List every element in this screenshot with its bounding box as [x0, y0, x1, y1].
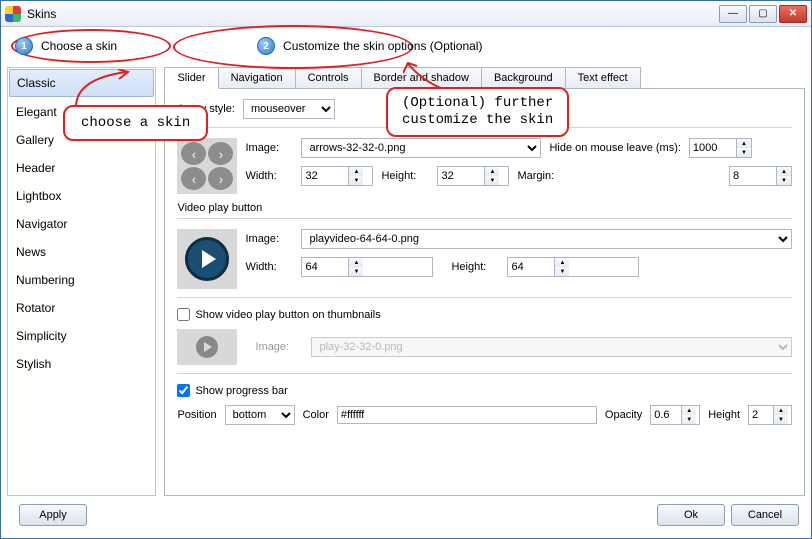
thumb-play-checkbox-label: Show video play button on thumbnails — [195, 309, 380, 321]
step-1-badge: 1 — [15, 37, 33, 55]
tab-border-and-shadow[interactable]: Border and shadow — [361, 67, 482, 89]
skin-list[interactable]: ClassicElegantGalleryHeaderLightboxNavig… — [7, 67, 156, 496]
arrow-left-icon: ‹ — [181, 142, 206, 165]
arrow-margin-spinner[interactable]: ▲▼ — [729, 166, 792, 186]
arrow-right-icon: › — [208, 142, 233, 165]
progress-height-label: Height — [708, 409, 740, 421]
skin-item-simplicity[interactable]: Simplicity — [8, 322, 155, 350]
progress-opacity-label: Opacity — [605, 409, 642, 421]
skin-item-rotator[interactable]: Rotator — [8, 294, 155, 322]
video-width-label: Width: — [245, 261, 293, 273]
ok-button[interactable]: Ok — [657, 504, 725, 526]
minimize-button[interactable]: — — [719, 5, 747, 23]
step-2-label: Customize the skin options (Optional) — [283, 39, 482, 53]
progress-position-select[interactable]: bottom — [225, 405, 295, 425]
skin-item-navigator[interactable]: Navigator — [8, 210, 155, 238]
arrow-right-icon: › — [208, 167, 233, 190]
skin-item-numbering[interactable]: Numbering — [8, 266, 155, 294]
arrows-preview: ‹› ‹› — [177, 138, 237, 194]
apply-button[interactable]: Apply — [19, 504, 87, 526]
skin-item-news[interactable]: News — [8, 238, 155, 266]
progress-color-label: Color — [303, 409, 329, 421]
close-button[interactable]: ✕ — [779, 5, 807, 23]
skin-item-lightbox[interactable]: Lightbox — [8, 182, 155, 210]
arrow-left-icon: ‹ — [181, 167, 206, 190]
step-1-label: Choose a skin — [41, 39, 117, 53]
titlebar: Skins — ▢ ✕ — [1, 1, 811, 27]
arrow-style-select[interactable]: mouseover — [243, 99, 335, 119]
arrow-width-spinner[interactable]: ▲▼ — [301, 166, 373, 186]
tab-strip: SliderNavigationControlsBorder and shado… — [164, 67, 805, 89]
arrow-width-label: Width: — [245, 170, 293, 182]
cancel-button[interactable]: Cancel — [731, 504, 799, 526]
dialog-footer: Apply Ok Cancel — [7, 496, 805, 532]
small-play-icon — [196, 336, 218, 358]
progress-height-spinner[interactable]: ▲▼ — [748, 405, 792, 425]
hide-leave-spinner[interactable]: ▲▼ — [689, 138, 752, 158]
skins-dialog: Skins — ▢ ✕ choose a skin (Optional) fur… — [0, 0, 812, 539]
app-icon — [5, 6, 21, 22]
arrow-image-label: Image: — [245, 142, 293, 154]
tab-navigation[interactable]: Navigation — [218, 67, 296, 89]
steps-header: 1 Choose a skin 2 Customize the skin opt… — [7, 33, 805, 67]
tab-controls[interactable]: Controls — [295, 67, 362, 89]
video-image-label: Image: — [245, 233, 293, 245]
slider-panel: Arrow style: mouseover ‹› ‹› Image: arro — [164, 88, 805, 496]
video-image-select[interactable]: playvideo-64-64-0.png — [301, 229, 792, 249]
skin-item-gallery[interactable]: Gallery — [8, 126, 155, 154]
progress-color-input[interactable] — [337, 406, 597, 424]
tab-background[interactable]: Background — [481, 67, 566, 89]
step-2-badge: 2 — [257, 37, 275, 55]
thumb-play-image-label: Image: — [255, 341, 303, 353]
skin-item-header[interactable]: Header — [8, 154, 155, 182]
skin-item-classic[interactable]: Classic — [9, 69, 154, 97]
window-title: Skins — [27, 7, 719, 21]
step-1: 1 Choose a skin — [15, 37, 117, 55]
video-height-label: Height: — [451, 261, 499, 273]
tab-slider[interactable]: Slider — [164, 67, 218, 89]
skin-item-stylish[interactable]: Stylish — [8, 350, 155, 378]
arrow-margin-label: Margin: — [517, 170, 565, 182]
maximize-button[interactable]: ▢ — [749, 5, 777, 23]
skin-item-elegant[interactable]: Elegant — [8, 98, 155, 126]
thumb-play-checkbox[interactable] — [177, 308, 190, 321]
video-height-spinner[interactable]: ▲▼ — [507, 257, 639, 277]
arrow-height-label: Height: — [381, 170, 429, 182]
play-icon — [185, 237, 229, 281]
arrow-height-spinner[interactable]: ▲▼ — [437, 166, 509, 186]
progress-opacity-spinner[interactable]: ▲▼ — [650, 405, 700, 425]
video-width-spinner[interactable]: ▲▼ — [301, 257, 433, 277]
progress-checkbox[interactable] — [177, 384, 190, 397]
video-play-preview — [177, 229, 237, 289]
progress-position-label: Position — [177, 409, 216, 421]
arrow-image-select[interactable]: arrows-32-32-0.png — [301, 138, 541, 158]
hide-leave-label: Hide on mouse leave (ms): — [549, 142, 680, 154]
progress-checkbox-label: Show progress bar — [195, 385, 287, 397]
thumb-play-preview — [177, 329, 237, 365]
tab-text-effect[interactable]: Text effect — [565, 67, 641, 89]
video-section-title: Video play button — [177, 202, 792, 214]
thumb-play-image-select: play-32-32-0.png — [311, 337, 792, 357]
arrow-style-label: Arrow style: — [177, 103, 234, 115]
step-2: 2 Customize the skin options (Optional) — [257, 37, 482, 55]
